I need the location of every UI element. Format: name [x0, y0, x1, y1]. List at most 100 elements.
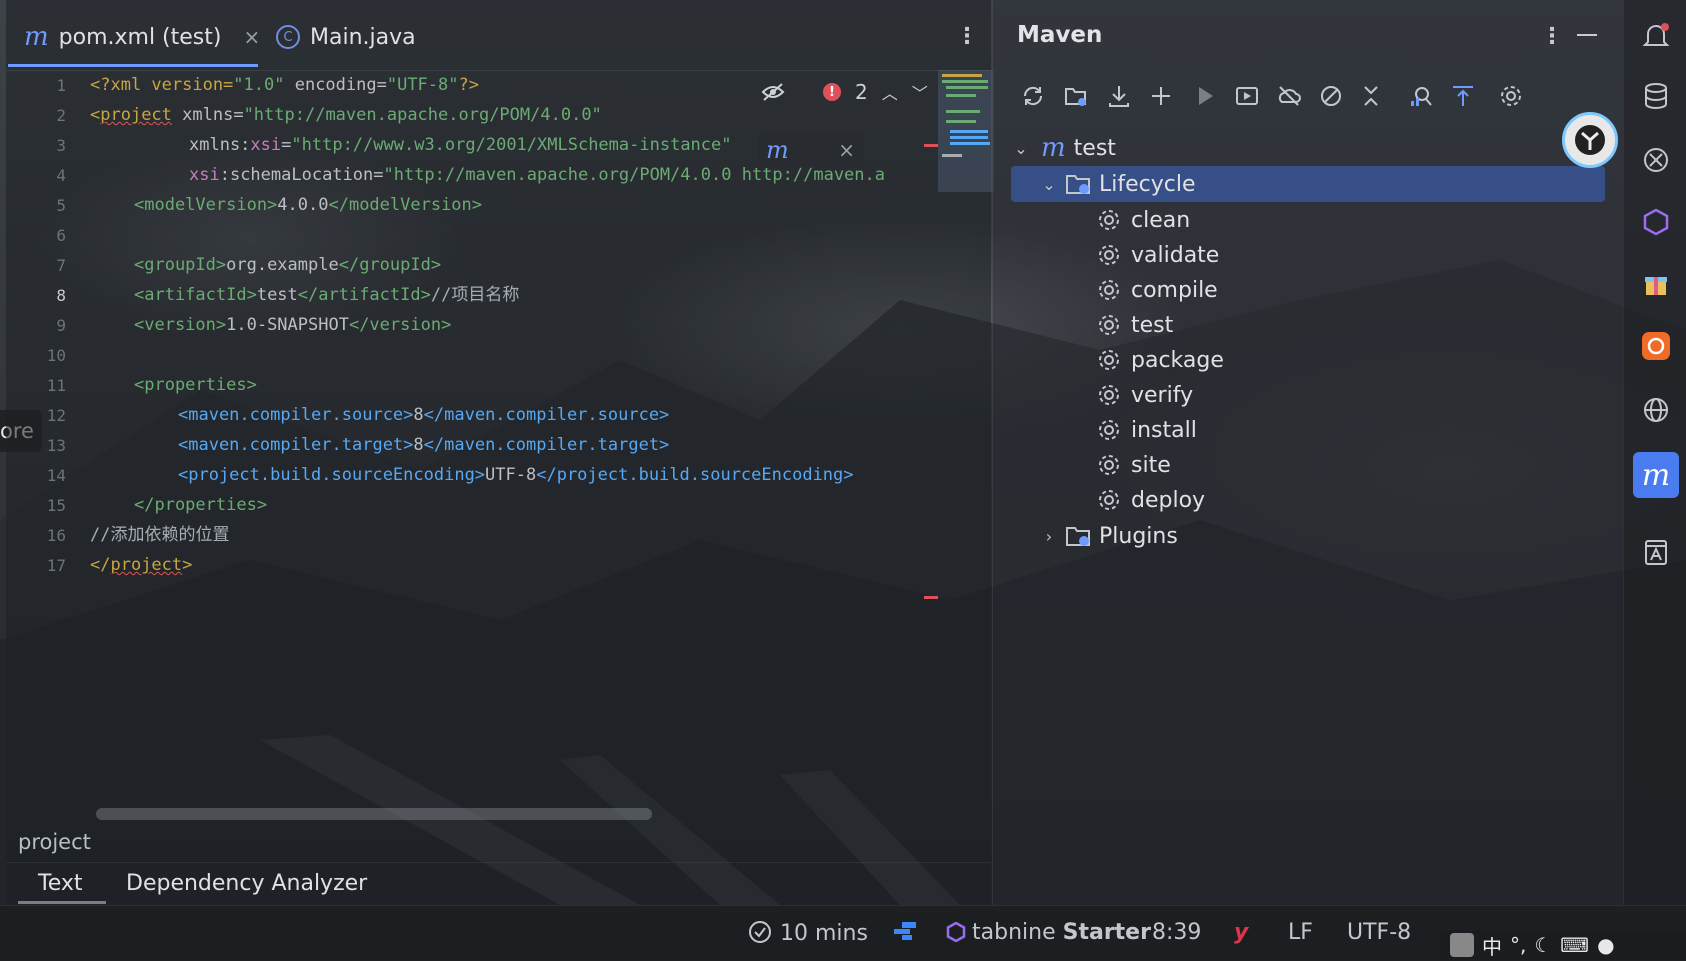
download-icon[interactable] — [1103, 80, 1135, 112]
maven-tool-icon[interactable]: m — [1633, 452, 1679, 498]
lifecycle-folder-icon — [1066, 175, 1090, 194]
code-line-5: <modelVersion>4.0.0</modelVersion> — [134, 195, 483, 215]
close-tab-icon[interactable]: × — [243, 25, 260, 49]
show-diagram-icon[interactable] — [1447, 80, 1479, 112]
line-number: 12 — [46, 406, 66, 425]
skip-tests-icon[interactable] — [1315, 80, 1347, 112]
lifecycle-goal-install[interactable]: install — [1011, 412, 1197, 448]
line-separator[interactable]: LF — [1288, 920, 1313, 945]
chevron-down-icon[interactable]: ⌄ — [1011, 139, 1031, 158]
file-encoding[interactable]: UTF-8 — [1347, 920, 1411, 945]
tab-pom-xml[interactable]: m pom.xml (test) × — [24, 20, 260, 54]
user-icon[interactable]: ● — [1597, 933, 1614, 957]
line-number: 13 — [46, 436, 66, 455]
status-bar: 10 mins tabnine Starter 8:39 y LF UTF-8 — [0, 905, 1686, 961]
tree-label: validate — [1131, 242, 1220, 268]
analyze-dependencies-icon[interactable] — [1405, 80, 1437, 112]
ai-assistant-icon[interactable] — [1636, 140, 1676, 180]
check-clock-icon — [749, 921, 771, 943]
editor-bottom-tabs: Text Dependency Analyzer — [6, 862, 991, 905]
eye-off-icon[interactable] — [761, 82, 785, 102]
right-tool-strip: m — [1623, 0, 1686, 905]
chevron-down-icon[interactable]: ⌄ — [1039, 175, 1059, 194]
maven-reload-icon[interactable]: m — [766, 136, 789, 164]
tabnine-icon — [946, 921, 966, 943]
tabnine-label: tabnine — [972, 920, 1056, 945]
execute-goal-icon[interactable] — [1231, 80, 1263, 112]
tree-node-project[interactable]: ⌄ m test — [1011, 130, 1116, 166]
line-number: 6 — [56, 226, 66, 245]
yandex-plugin-icon[interactable]: y — [1234, 920, 1248, 945]
tree-node-lifecycle[interactable]: ⌄ Lifecycle — [1011, 166, 1605, 202]
gear-icon — [1099, 420, 1119, 440]
minimize-icon[interactable] — [1577, 34, 1597, 36]
active-tab-indicator — [8, 64, 258, 67]
tray-avatar[interactable] — [1450, 933, 1474, 957]
plugin-flag-icon[interactable] — [892, 920, 918, 948]
keyboard-icon[interactable]: ⌨ — [1560, 933, 1589, 957]
globe-icon[interactable] — [1636, 390, 1676, 430]
input-method-indicator[interactable]: 中 — [1482, 931, 1502, 960]
tab-text[interactable]: Text — [38, 871, 83, 896]
previous-highlight-icon[interactable]: ︿ — [882, 80, 898, 104]
tab-label: Main.java — [310, 24, 416, 50]
line-number: 11 — [46, 376, 66, 395]
gift-icon[interactable] — [1636, 264, 1676, 304]
more-options-icon[interactable]: ⋮ — [1541, 24, 1563, 49]
code-line-1: <?xml version="1.0" encoding="UTF-8"?> — [90, 75, 479, 95]
line-number: 7 — [56, 256, 66, 275]
minimap[interactable] — [938, 70, 994, 192]
offline-icon[interactable] — [1273, 80, 1305, 112]
lifecycle-goal-clean[interactable]: clean — [1011, 202, 1190, 238]
code-line-9: <version>1.0-SNAPSHOT</version> — [134, 315, 452, 335]
punctuation-icon[interactable]: °, — [1510, 933, 1526, 957]
error-stripe-mark[interactable] — [924, 596, 938, 599]
horizontal-scrollbar[interactable] — [96, 808, 652, 820]
gear-icon — [1099, 280, 1119, 300]
reload-icon[interactable] — [1017, 80, 1049, 112]
tab-dependency-analyzer[interactable]: Dependency Analyzer — [126, 871, 367, 896]
tree-node-plugins[interactable]: › Plugins — [1011, 518, 1178, 554]
lifecycle-goal-verify[interactable]: verify — [1011, 377, 1193, 413]
line-number: 10 — [46, 346, 66, 365]
database-icon[interactable] — [1636, 76, 1676, 116]
code-line-13: <maven.compiler.target>8</maven.compiler… — [178, 435, 670, 455]
code-area[interactable]: <?xml version="1.0" encoding="UTF-8"?> <… — [90, 70, 935, 810]
line-number: 1 — [56, 76, 66, 95]
chevron-right-icon[interactable]: › — [1039, 527, 1059, 546]
plugin-orange-icon[interactable] — [1636, 326, 1676, 366]
run-icon[interactable] — [1189, 80, 1221, 112]
maven-tool-window: Maven ⋮ ⌄ m test ⌄ Lifecycle clean valida… — [992, 0, 1623, 905]
breadcrumb[interactable]: project — [18, 830, 91, 854]
code-line-12: <maven.compiler.source>8</maven.compiler… — [178, 405, 670, 425]
settings-icon[interactable] — [1495, 80, 1527, 112]
plugin-hex-icon[interactable] — [1636, 202, 1676, 242]
line-number: 3 — [56, 136, 66, 155]
lifecycle-goal-site[interactable]: site — [1011, 447, 1171, 483]
tab-label: pom.xml (test) — [58, 24, 222, 50]
notifications-icon[interactable] — [1636, 16, 1676, 56]
tab-main-java[interactable]: C Main.java — [276, 20, 416, 54]
more-options-icon[interactable]: ⋮ — [956, 24, 978, 49]
inspection-widget[interactable]: ! 2 ︿ ﹀ — [761, 76, 928, 108]
lifecycle-goal-compile[interactable]: compile — [1011, 272, 1218, 308]
collapse-all-icon[interactable] — [1355, 80, 1387, 112]
moon-icon[interactable]: ☾ — [1534, 933, 1552, 957]
timer-widget[interactable]: 10 mins — [748, 920, 868, 946]
maven-project-icon: m — [1041, 133, 1066, 163]
lifecycle-goal-deploy[interactable]: deploy — [1011, 482, 1205, 518]
next-highlight-icon[interactable]: ﹀ — [912, 80, 928, 104]
translate-icon[interactable] — [1636, 532, 1676, 572]
gear-icon — [1099, 455, 1119, 475]
error-stripe-mark[interactable] — [924, 144, 938, 147]
maven-title: Maven — [1017, 22, 1103, 48]
caret-position[interactable]: 8:39 — [1152, 920, 1201, 945]
lifecycle-goal-test[interactable]: test — [1011, 307, 1173, 343]
tabnine-widget[interactable]: tabnine Starter — [946, 920, 1151, 945]
lifecycle-goal-package[interactable]: package — [1011, 342, 1224, 378]
add-icon[interactable] — [1145, 80, 1177, 112]
assistant-avatar-icon[interactable] — [1562, 112, 1618, 168]
close-popup-icon[interactable]: × — [838, 138, 855, 162]
lifecycle-goal-validate[interactable]: validate — [1011, 237, 1219, 273]
generate-sources-icon[interactable] — [1060, 80, 1092, 112]
